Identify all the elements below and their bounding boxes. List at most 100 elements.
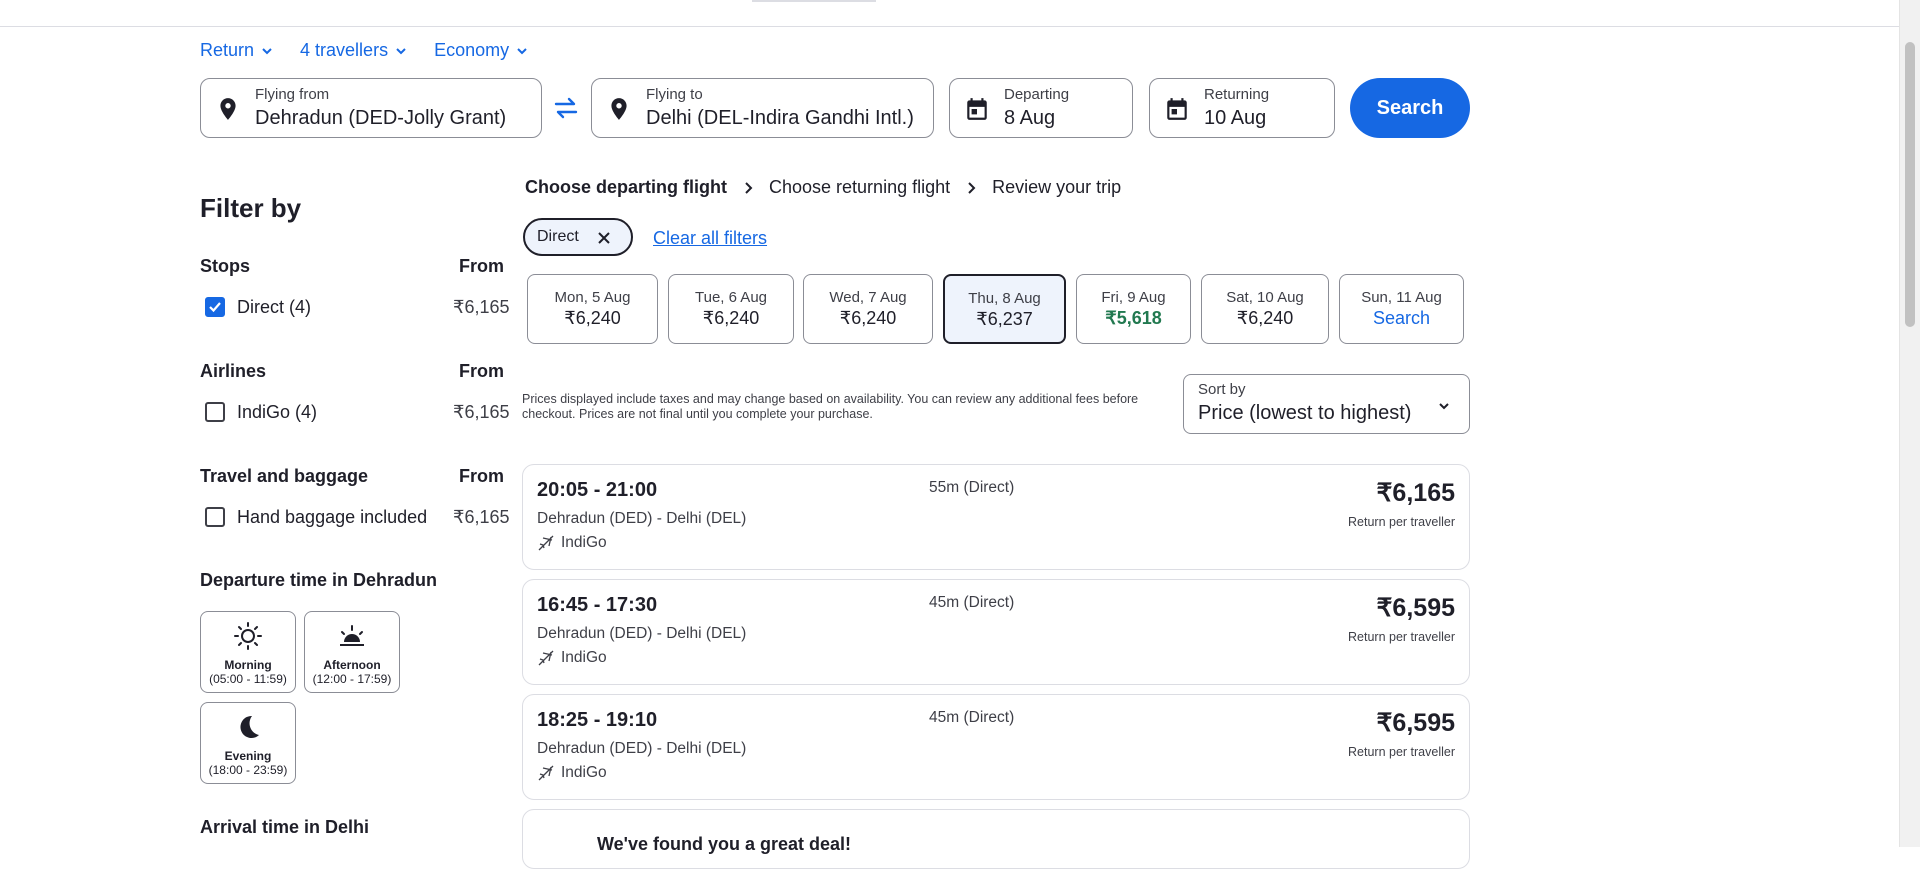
indigo-option-label[interactable]: IndiGo (4)	[237, 402, 317, 423]
flight-duration: 55m (Direct)	[929, 479, 1015, 496]
sort-by-select[interactable]: Sort by Price (lowest to highest)	[1183, 374, 1470, 434]
stops-title: Stops	[200, 256, 251, 276]
trip-type-label: Return	[200, 40, 255, 60]
trip-type-dropdown[interactable]: Return	[200, 40, 274, 61]
flight-route: Dehradun (DED) - Delhi (DEL)	[537, 625, 747, 642]
departing-date-field[interactable]: Departing 8 Aug	[949, 78, 1133, 138]
flight-times: 20:05 - 21:00	[537, 479, 658, 501]
flight-price: ₹6,595	[1376, 594, 1455, 622]
direct-option-price: ₹6,165	[453, 297, 510, 317]
flight-times: 16:45 - 17:30	[537, 594, 658, 616]
indigo-checkbox[interactable]	[205, 402, 225, 422]
travellers-dropdown[interactable]: 4 travellers	[300, 40, 408, 61]
direct-checkbox[interactable]	[205, 297, 225, 317]
cabin-dropdown[interactable]: Economy	[434, 40, 529, 61]
date-label: Fri, 9 Aug	[1101, 289, 1166, 306]
flying-from-field[interactable]: Flying from Dehradun (DED-Jolly Grant)	[200, 78, 542, 138]
cabin-label: Economy	[434, 40, 510, 60]
direct-chip-label: Direct	[537, 228, 579, 245]
airline-name: IndiGo	[561, 764, 607, 781]
flight-airline: IndiGo	[537, 534, 607, 552]
step-choose-departing: Choose departing flight	[525, 177, 727, 197]
flight-result-card[interactable]: 18:25 - 19:10 Dehradun (DED) - Delhi (DE…	[522, 694, 1470, 800]
calendar-icon	[1167, 98, 1187, 120]
flight-times: 18:25 - 19:10	[537, 709, 658, 731]
date-label: Sun, 11 Aug	[1361, 289, 1442, 306]
sunset-icon	[340, 625, 364, 646]
morning-label: Morning	[224, 658, 272, 672]
date-option-tue-6-aug[interactable]: Tue, 6 Aug ₹6,240	[668, 274, 794, 344]
swap-icon[interactable]	[552, 96, 580, 120]
date-option-thu-8-aug[interactable]: Thu, 8 Aug ₹6,237	[943, 274, 1066, 344]
returning-value: 10 Aug	[1204, 107, 1267, 129]
sort-by-value: Price (lowest to highest)	[1198, 402, 1412, 424]
deal-banner[interactable]: We've found you a great deal!	[522, 809, 1470, 869]
flight-price: ₹6,595	[1376, 709, 1455, 737]
date-option-fri-9-aug[interactable]: Fri, 9 Aug ₹5,618	[1076, 274, 1191, 344]
afternoon-range: (12:00 - 17:59)	[312, 672, 392, 686]
airline-name: IndiGo	[561, 649, 607, 666]
stops-from-label: From	[459, 256, 504, 276]
travellers-label: 4 travellers	[300, 40, 389, 60]
date-search-link[interactable]: Search	[1340, 308, 1463, 329]
flight-route: Dehradun (DED) - Delhi (DEL)	[537, 510, 747, 527]
filter-title: Filter by	[200, 193, 302, 223]
date-option-mon-5-aug[interactable]: Mon, 5 Aug ₹6,240	[527, 274, 658, 344]
flying-to-value: Delhi (DEL-Indira Gandhi Intl.)	[646, 107, 914, 129]
date-price: ₹6,240	[564, 308, 621, 328]
flight-duration: 45m (Direct)	[929, 594, 1015, 611]
step-review-trip: Review your trip	[992, 177, 1122, 197]
page-scrollbar[interactable]	[1899, 0, 1920, 847]
flying-to-label: Flying to	[646, 86, 703, 103]
direct-filter-chip[interactable]: Direct	[523, 218, 633, 256]
chevron-down-icon	[1439, 403, 1449, 410]
location-pin-icon	[220, 98, 236, 120]
date-price: ₹6,240	[839, 308, 897, 328]
hand-baggage-checkbox[interactable]	[205, 507, 225, 527]
calendar-icon	[967, 98, 987, 120]
price-disclaimer: Prices displayed include taxes and may c…	[522, 392, 1139, 421]
morning-time-button[interactable]: Morning (05:00 - 11:59)	[200, 611, 296, 693]
sort-by-label: Sort by	[1198, 381, 1246, 398]
flight-route: Dehradun (DED) - Delhi (DEL)	[537, 740, 747, 757]
hand-baggage-option-label[interactable]: Hand baggage included	[237, 507, 427, 528]
flight-duration: 45m (Direct)	[929, 709, 1015, 726]
date-option-wed-7-aug[interactable]: Wed, 7 Aug ₹6,240	[803, 274, 933, 344]
date-option-sun-11-aug[interactable]: Sun, 11 Aug Search	[1339, 274, 1464, 344]
flying-from-label: Flying from	[255, 86, 330, 103]
afternoon-time-button[interactable]: Afternoon (12:00 - 17:59)	[304, 611, 400, 693]
flight-result-card[interactable]: 20:05 - 21:00 Dehradun (DED) - Delhi (DE…	[522, 464, 1470, 570]
evening-time-button[interactable]: Evening (18:00 - 23:59)	[200, 702, 296, 784]
airlines-from-label: From	[459, 361, 504, 381]
trip-options: Return 4 travellers Economy	[200, 40, 529, 61]
date-option-sat-10-aug[interactable]: Sat, 10 Aug ₹6,240	[1201, 274, 1329, 344]
date-label: Thu, 8 Aug	[968, 290, 1041, 307]
close-icon[interactable]	[597, 231, 611, 245]
morning-range: (05:00 - 11:59)	[209, 672, 287, 686]
step-choose-returning: Choose returning flight	[769, 177, 951, 197]
evening-label: Evening	[224, 749, 272, 763]
airline-name: IndiGo	[561, 534, 607, 551]
flying-to-field[interactable]: Flying to Delhi (DEL-Indira Gandhi Intl.…	[591, 78, 934, 138]
arrival-time-title: Arrival time in Delhi	[200, 817, 370, 837]
clear-all-filters-link[interactable]: Clear all filters	[653, 228, 767, 249]
baggage-from-label: From	[459, 466, 504, 486]
chevron-right-icon	[968, 181, 976, 194]
airline-plane-icon	[538, 765, 554, 781]
search-button[interactable]: Search	[1350, 78, 1470, 138]
chevron-down-icon	[396, 47, 406, 54]
flying-from-value: Dehradun (DED-Jolly Grant)	[255, 107, 507, 129]
hand-baggage-option-price: ₹6,165	[453, 507, 510, 527]
returning-date-field[interactable]: Returning 10 Aug	[1149, 78, 1335, 138]
flight-result-card[interactable]: 16:45 - 17:30 Dehradun (DED) - Delhi (DE…	[522, 579, 1470, 685]
flight-airline: IndiGo	[537, 764, 607, 782]
chevron-down-icon	[517, 47, 527, 54]
flight-price-note: Return per traveller	[1348, 745, 1455, 759]
scrollbar-thumb[interactable]	[1905, 42, 1915, 327]
date-label: Sat, 10 Aug	[1226, 289, 1304, 306]
direct-option-label[interactable]: Direct (4)	[237, 297, 311, 318]
date-price: ₹6,240	[1236, 308, 1294, 328]
flight-price-note: Return per traveller	[1348, 515, 1455, 529]
returning-label: Returning	[1204, 86, 1270, 103]
chevron-right-icon	[745, 181, 753, 194]
